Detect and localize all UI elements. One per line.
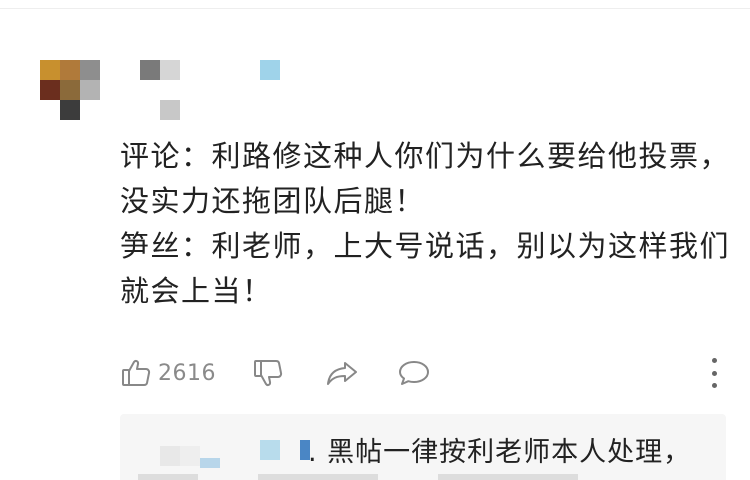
avatar[interactable] (40, 60, 100, 120)
comment-bubble-icon (397, 357, 431, 389)
comment-line: 评论：利路修这种人你们为什么要给他投票， (120, 139, 731, 173)
comment-card: 评论：利路修这种人你们为什么要给他投票， 没实力还拖团队后腿！ 笋丝：利老师，上… (0, 0, 750, 480)
thumbs-down-icon (252, 357, 284, 389)
more-vertical-icon[interactable] (702, 358, 726, 388)
share-icon (325, 357, 359, 389)
share-button[interactable] (325, 352, 359, 394)
reply-button[interactable] (397, 352, 431, 394)
comment-line: 笋丝：利老师，上大号说话，别以为这样我们 (120, 229, 731, 263)
like-count: 2616 (158, 360, 216, 386)
comment-line: 就会上当！ (120, 274, 273, 308)
dot (711, 358, 717, 363)
like-button[interactable]: 2616 (120, 352, 216, 394)
divider (0, 8, 750, 9)
comment-line: 没实力还拖团队后腿！ (120, 184, 426, 218)
reply-text: . 黑帖一律按利老师本人处理， (308, 437, 692, 468)
comment-body: 评论：利路修这种人你们为什么要给他投票， 没实力还拖团队后腿！ 笋丝：利老师，上… (120, 134, 740, 314)
thumbs-up-icon (120, 357, 152, 389)
dot (711, 383, 717, 388)
dot (711, 370, 717, 376)
dislike-button[interactable] (252, 352, 284, 394)
action-bar: 2616 (0, 352, 750, 394)
reply-next-line-pixelated (138, 472, 618, 480)
